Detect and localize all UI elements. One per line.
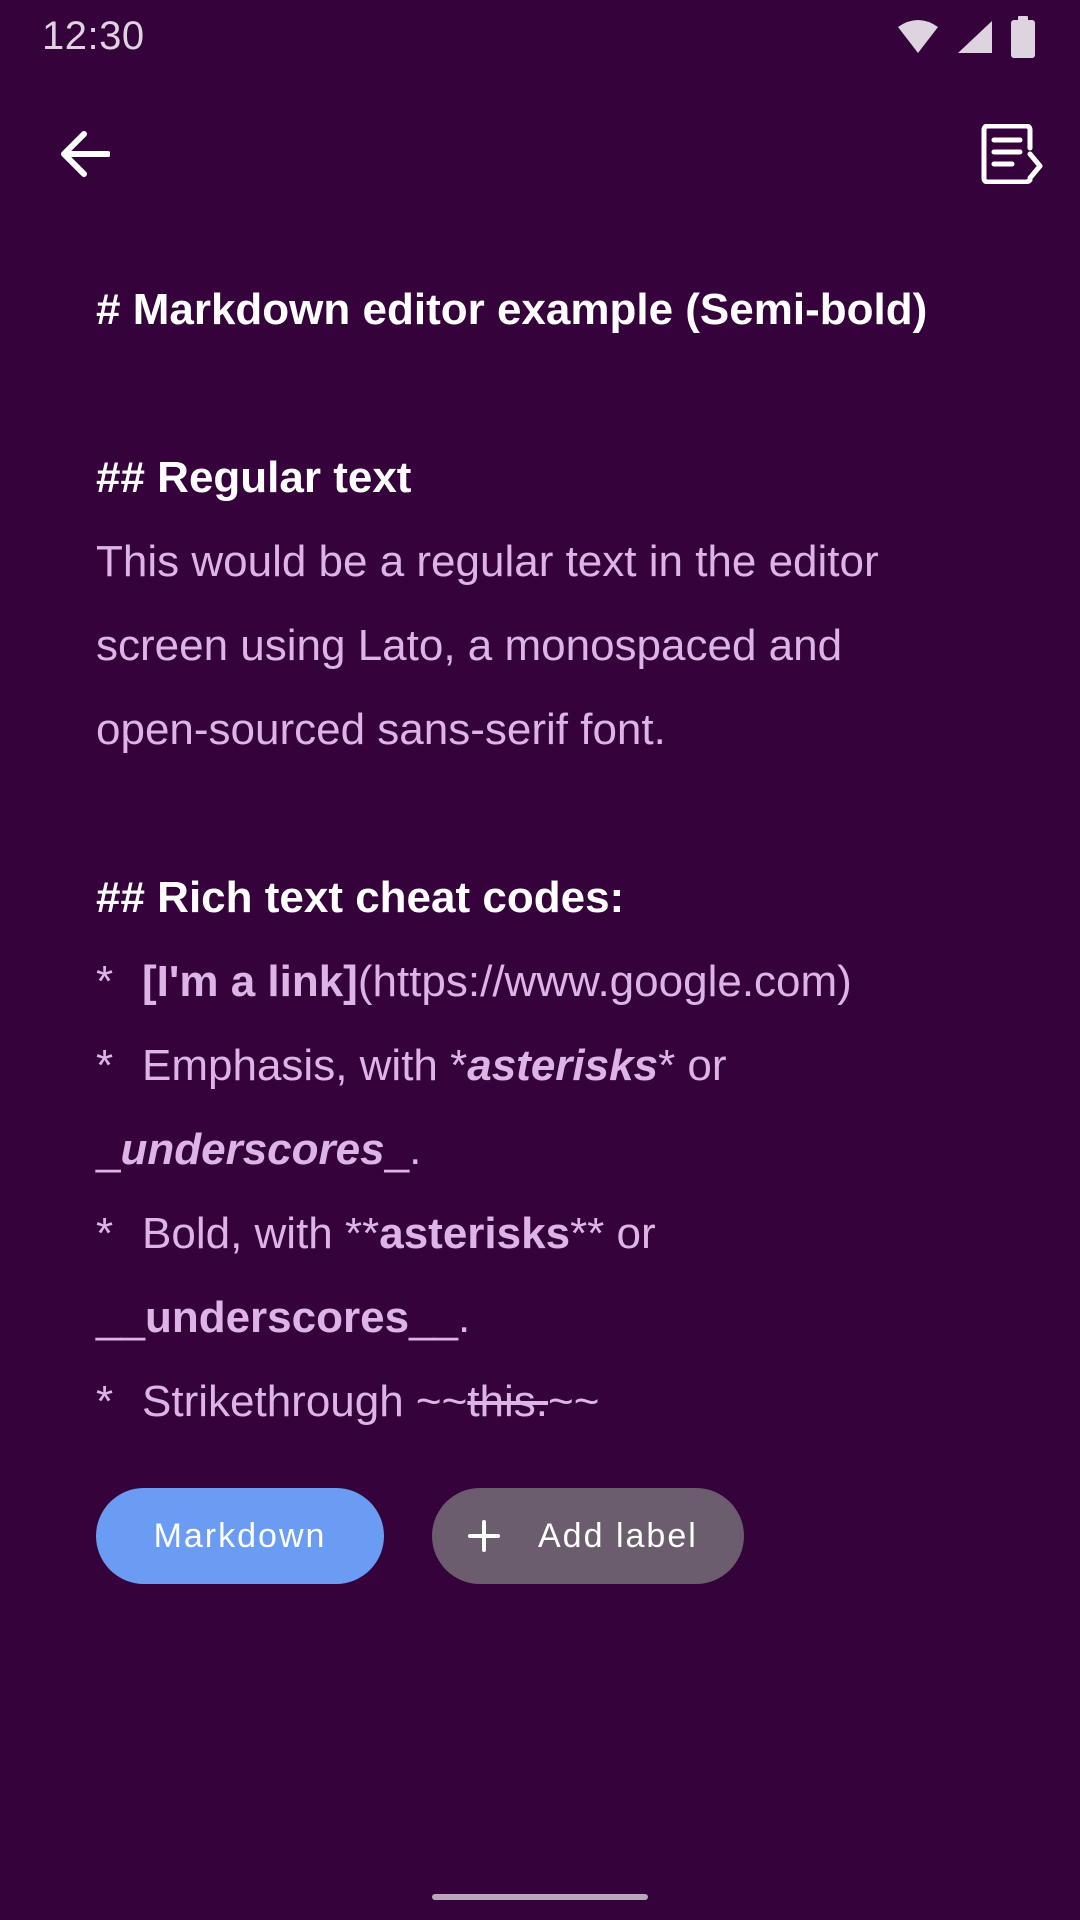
editor-line-paragraph-2: screen using Lato, a monospaced and	[96, 621, 843, 670]
app-bar	[0, 80, 1080, 230]
markdown-editor[interactable]: # Markdown editor example (Semi-bold) ##…	[96, 268, 996, 1444]
emphasis-suffix: * or	[658, 1041, 727, 1090]
cellular-signal-icon	[956, 19, 994, 60]
bold-suffix: ** or	[570, 1209, 656, 1258]
emphasis-prefix: _	[96, 1125, 121, 1174]
status-time: 12:30	[42, 14, 145, 58]
battery-icon	[1010, 16, 1036, 63]
editor-blank-line	[96, 352, 996, 436]
editor-blank-line	[96, 772, 996, 856]
back-button[interactable]	[36, 108, 132, 204]
editor-line-h1: # Markdown editor example (Semi-bold)	[96, 285, 928, 334]
add-label-chip-label: Add label	[538, 1516, 698, 1555]
editor-line-h2-cheat-codes: ## Rich text cheat codes:	[96, 873, 625, 922]
home-indicator[interactable]	[432, 1894, 648, 1900]
markdown-chip[interactable]: Markdown	[96, 1488, 384, 1584]
preview-toggle-button[interactable]	[964, 108, 1060, 204]
editor-line-bold-cont: __underscores__.	[96, 1276, 996, 1360]
editor-line-emphasis-cont: _underscores_.	[96, 1108, 996, 1192]
note-preview-icon	[980, 123, 1044, 189]
arrow-left-icon	[58, 130, 111, 183]
bullet-star: *	[96, 1209, 114, 1258]
bullet-star: *	[96, 1377, 114, 1426]
emphasis-prefix: Emphasis, with *	[142, 1041, 468, 1090]
bold-text: asterisks	[379, 1209, 571, 1258]
plus-icon	[462, 1514, 506, 1558]
emphasis-italic-text: underscores	[120, 1125, 385, 1174]
editor-line-h2-regular: ## Regular text	[96, 453, 412, 502]
emphasis-suffix: _.	[384, 1125, 422, 1174]
bullet-star: *	[96, 1041, 114, 1090]
editor-line-emphasis: * Emphasis, with *asterisks* or	[96, 1024, 996, 1108]
status-icons	[896, 16, 1036, 63]
editor-line-paragraph-1: This would be a regular text in the edit…	[96, 537, 879, 586]
status-bar: 12:30	[0, 0, 1080, 76]
link-url: (https://www.google.com)	[357, 957, 852, 1006]
link-text[interactable]: [I'm a link]	[142, 957, 358, 1006]
markdown-chip-label: Markdown	[153, 1516, 327, 1555]
bold-text: underscores	[144, 1293, 410, 1342]
wifi-icon	[896, 19, 940, 60]
editor-line-strikethrough: * Strikethrough ~~this.~~	[96, 1360, 996, 1444]
bold-suffix: __.	[409, 1293, 471, 1342]
strike-prefix: Strikethrough ~~	[142, 1377, 468, 1426]
editor-line-paragraph-3: open-sourced sans-serif font.	[96, 705, 666, 754]
label-chips: Markdown Add label	[96, 1488, 744, 1584]
bold-prefix: Bold, with **	[142, 1209, 380, 1258]
bullet-star: *	[96, 957, 114, 1006]
strikethrough-text: this.	[467, 1377, 549, 1426]
bold-prefix: __	[96, 1293, 145, 1342]
strike-suffix: ~~	[548, 1377, 600, 1426]
emphasis-italic-text: asterisks	[467, 1041, 659, 1090]
add-label-chip[interactable]: Add label	[432, 1488, 744, 1584]
editor-line-link: * [I'm a link](https://www.google.com)	[96, 940, 996, 1024]
editor-line-bold: * Bold, with **asterisks** or	[96, 1192, 996, 1276]
